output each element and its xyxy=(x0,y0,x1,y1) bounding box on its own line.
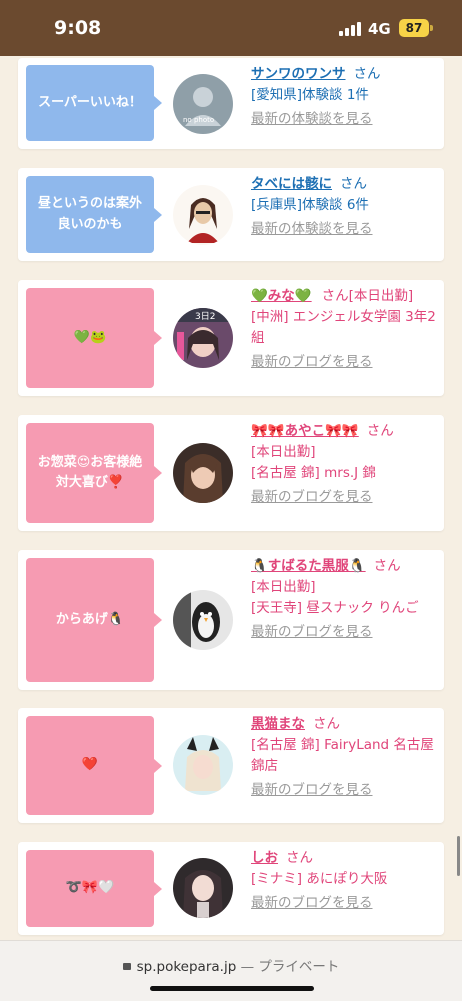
comment-bubble: お惣菜😍お客様絶対大喜び❣️ xyxy=(26,423,162,523)
user-name-link[interactable]: しお xyxy=(251,850,278,866)
clock: 9:08 xyxy=(54,17,102,39)
avatar-overlay-text: 3日2 xyxy=(195,311,215,322)
location-info: [兵庫県]体験談 6件 xyxy=(251,196,369,213)
comment-bubble: ❤️ xyxy=(26,716,162,815)
list-item[interactable]: ❤️ 黒猫まな さん [名古屋 錦] FairyLand 名古屋錦店 最新のブログ… xyxy=(18,708,444,823)
working-today-badge: [本日出勤] xyxy=(251,443,316,460)
scroll-indicator[interactable] xyxy=(457,836,460,876)
honorific: さん xyxy=(366,423,394,439)
cellular-signal-icon xyxy=(339,22,361,36)
avatar[interactable]: no photo xyxy=(173,74,233,134)
working-today-badge: [本日出勤] xyxy=(251,578,316,595)
avatar[interactable] xyxy=(173,858,233,918)
see-latest-link[interactable]: 最新の体験談を見る xyxy=(251,219,439,240)
avatar[interactable] xyxy=(173,185,233,245)
location-info: [愛知県]体験談 1件 xyxy=(251,86,369,103)
no-photo-label: no photo xyxy=(183,116,214,124)
shop-info: [ミナミ] あにぽり大阪 xyxy=(251,870,388,887)
user-name-link[interactable]: 🎀🎀あやこ🎀🎀 xyxy=(251,423,359,439)
see-latest-link[interactable]: 最新のブログを見る xyxy=(251,352,439,373)
shop-info: [名古屋 錦] mrs.J 錦 xyxy=(251,464,376,481)
honorific: さん xyxy=(353,66,381,82)
user-name-link[interactable]: 💚みな💚 xyxy=(251,288,312,304)
feed-list: スーパーいいね！ no photo サンワのワンサ さん [愛知県]体験談 1件 … xyxy=(0,56,462,940)
comment-bubble: スーパーいいね！ xyxy=(26,65,162,141)
user-name-link[interactable]: サンワのワンサ xyxy=(251,66,346,82)
comment-bubble: 昼というのは案外良いのかも xyxy=(26,176,162,253)
shop-info: [名古屋 錦] FairyLand 名古屋錦店 xyxy=(251,736,434,774)
user-name-link[interactable]: 🐧すばるた黒服🐧 xyxy=(251,558,366,574)
list-item[interactable]: お惣菜😍お客様絶対大喜び❣️ 🎀🎀あやこ🎀🎀 さん [本日出勤] [名古屋 錦] … xyxy=(18,415,444,531)
comment-bubble: からあげ🐧 xyxy=(26,558,162,682)
avatar[interactable] xyxy=(173,443,233,503)
honorific: さん xyxy=(321,288,349,304)
see-latest-link[interactable]: 最新の体験談を見る xyxy=(251,109,439,130)
comment-bubble: ➰🎀🤍 xyxy=(26,850,162,927)
shop-info: [天王寺] 昼スナック りんご xyxy=(251,599,419,616)
comment-bubble: 💚🐸 xyxy=(26,288,162,388)
list-item[interactable]: からあげ🐧 🐧すばるた黒服🐧 さん [本日出勤] [天王寺] 昼スナック りんご … xyxy=(18,550,444,690)
shop-info: [中洲] エンジェル女学園 3年2組 xyxy=(251,308,436,346)
see-latest-link[interactable]: 最新のブログを見る xyxy=(251,780,439,801)
network-type: 4G xyxy=(368,20,391,38)
battery-icon: 87 xyxy=(399,19,429,37)
lock-icon xyxy=(122,962,131,970)
honorific: さん xyxy=(340,176,367,192)
url-domain: sp.pokepara.jp xyxy=(136,959,237,975)
list-item[interactable]: ➰🎀🤍 しお さん [ミナミ] あにぽり大阪 最新のブログを見る xyxy=(18,842,444,935)
user-name-link[interactable]: タベには骸に xyxy=(251,176,332,192)
working-today-badge: [本日出勤] xyxy=(348,288,414,304)
honorific: さん xyxy=(286,850,313,866)
browser-address-bar[interactable]: sp.pokepara.jp — プライベート xyxy=(0,940,462,1001)
see-latest-link[interactable]: 最新のブログを見る xyxy=(251,622,439,643)
list-item[interactable]: 昼というのは案外良いのかも タベには骸に さん [兵庫県]体験談 6件 最新の体験… xyxy=(18,168,444,261)
battery-tip xyxy=(430,25,433,31)
list-item[interactable]: 💚🐸 3日2 💚みな💚 さん[本日出勤] [中洲] エンジェル女学園 3年2組 最… xyxy=(18,280,444,396)
user-name-link[interactable]: 黒猫まな xyxy=(251,716,305,732)
avatar[interactable] xyxy=(173,735,233,795)
honorific: さん xyxy=(373,558,401,574)
list-item[interactable]: スーパーいいね！ no photo サンワのワンサ さん [愛知県]体験談 1件 … xyxy=(18,58,444,149)
avatar[interactable] xyxy=(173,590,233,650)
home-indicator[interactable] xyxy=(150,986,314,991)
honorific: さん xyxy=(313,716,340,732)
status-bar: 9:08 4G 87 xyxy=(0,0,462,56)
see-latest-link[interactable]: 最新のブログを見る xyxy=(251,487,439,508)
avatar[interactable]: 3日2 xyxy=(173,308,233,368)
see-latest-link[interactable]: 最新のブログを見る xyxy=(251,893,439,914)
private-mode-label: — プライベート xyxy=(240,959,340,975)
